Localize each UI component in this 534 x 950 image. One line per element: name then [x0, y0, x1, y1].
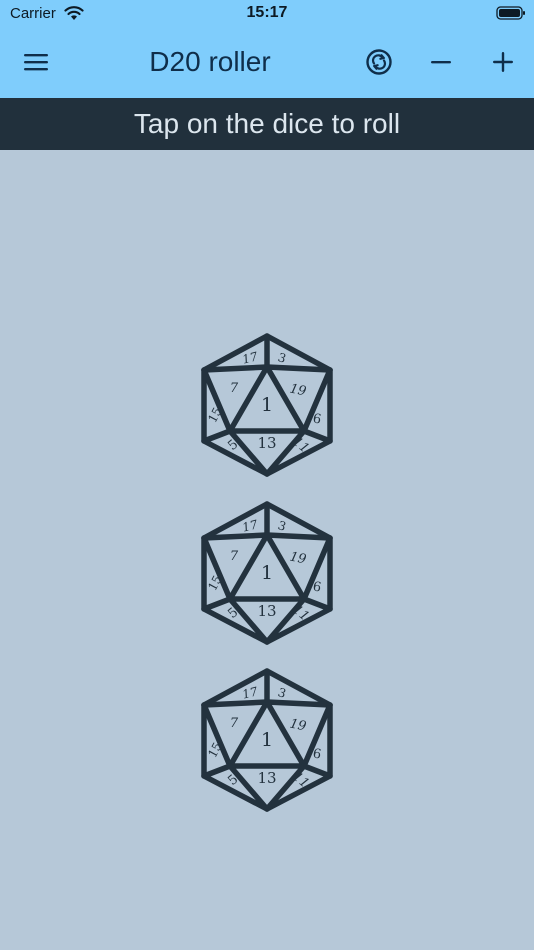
top-bar: Carrier 15:17 D20 roller: [0, 0, 534, 98]
dice-area: 1 17 3 7 19 15 6 5 13 11 1 17 3 7 19 15 …: [0, 150, 534, 950]
die-top-face: 1: [261, 729, 273, 751]
die-face: 7: [230, 549, 239, 564]
instruction-banner: Tap on the dice to roll: [0, 98, 534, 150]
d20-die-2[interactable]: 1 17 3 7 19 15 6 5 13 11: [200, 501, 334, 645]
d20-die-1[interactable]: 1 17 3 7 19 15 6 5 13 11: [200, 333, 334, 477]
reset-dice-button[interactable]: [357, 40, 401, 84]
menu-button[interactable]: [14, 40, 58, 84]
plus-icon: [493, 52, 513, 72]
status-bar: Carrier 15:17: [0, 0, 534, 30]
die-face: 7: [230, 716, 239, 731]
die-face: 19: [288, 381, 307, 399]
die-face: 17: [241, 684, 260, 701]
navigation-bar: D20 roller: [0, 40, 534, 86]
d20-die-icon: 1 17 3 7 19 15 6 5 13 11: [201, 501, 333, 645]
die-face: 17: [241, 517, 260, 534]
minus-icon: [431, 61, 451, 64]
die-face: 19: [288, 716, 307, 734]
die-face: 6: [312, 411, 323, 427]
die-face: 6: [312, 579, 323, 595]
die-face: 13: [257, 769, 276, 787]
die-face: 13: [257, 602, 276, 620]
die-face: 13: [257, 434, 276, 452]
hamburger-menu-icon: [24, 54, 48, 71]
d20-die-3[interactable]: 1 17 3 7 19 15 6 5 13 11: [200, 668, 334, 812]
die-face: 3: [276, 518, 288, 534]
die-face: 19: [288, 549, 307, 567]
die-face: 7: [230, 381, 239, 396]
reset-dice-icon: [366, 49, 392, 75]
remove-die-button[interactable]: [419, 40, 463, 84]
instruction-text: Tap on the dice to roll: [133, 108, 401, 139]
d20-die-icon: 1 17 3 7 19 15 6 5 13 11: [201, 333, 333, 477]
die-face: 17: [241, 349, 260, 366]
battery-icon: [496, 5, 526, 26]
die-face: 6: [312, 746, 323, 762]
die-top-face: 1: [261, 394, 273, 416]
die-face: 3: [276, 685, 288, 701]
clock-time: 15:17: [246, 4, 288, 21]
add-die-button[interactable]: [481, 40, 525, 84]
page-title: D20 roller: [149, 46, 271, 77]
die-face: 3: [276, 350, 288, 366]
d20-die-icon: 1 17 3 7 19 15 6 5 13 11: [201, 668, 333, 812]
die-top-face: 1: [261, 562, 273, 584]
